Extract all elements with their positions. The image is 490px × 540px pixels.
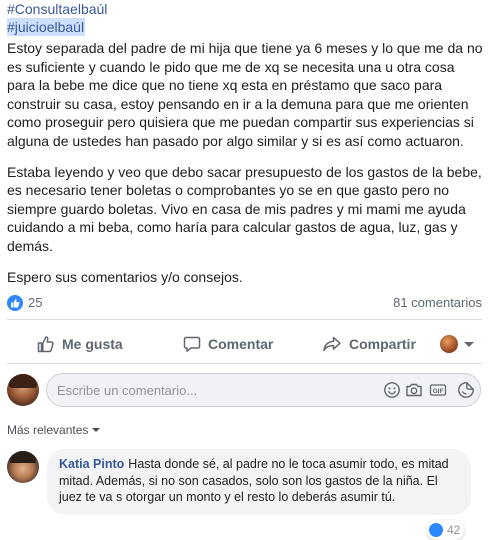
- chevron-down-icon: [464, 341, 474, 347]
- like-reaction-icon: [429, 523, 443, 537]
- share-label: Compartir: [349, 336, 416, 352]
- comment-sort-label: Más relevantes: [7, 423, 89, 437]
- comment-bubble: Katia Pinto Hasta donde sé, al padre no l…: [47, 449, 471, 515]
- comment-icon: [183, 336, 201, 352]
- divider: [7, 319, 482, 320]
- like-button[interactable]: Me gusta: [37, 325, 123, 363]
- hashtag-consultaelbaul[interactable]: #Consultaelbaúl: [7, 0, 485, 18]
- divider: [7, 363, 482, 364]
- reaction-count[interactable]: 25: [28, 295, 42, 310]
- comment-composer: GIF: [7, 370, 485, 410]
- gif-icon[interactable]: GIF: [429, 381, 447, 399]
- comment-input-wrapper[interactable]: GIF: [46, 373, 481, 407]
- comment-author[interactable]: Katia Pinto: [59, 457, 124, 471]
- like-reaction-icon[interactable]: [7, 295, 23, 311]
- post: #Consultaelbaúl #juicioelbaúl Estoy sepa…: [7, 0, 485, 286]
- comment-button[interactable]: Comentar: [183, 325, 273, 363]
- svg-text:GIF: GIF: [433, 388, 444, 395]
- sticker-icon[interactable]: [457, 381, 475, 399]
- post-paragraph: Estoy separada del padre de mi hija que …: [7, 40, 483, 149]
- like-icon: [37, 336, 54, 353]
- reaction-as-selector[interactable]: [440, 334, 474, 354]
- camera-icon[interactable]: [405, 381, 423, 399]
- comment-count[interactable]: 81 comentarios: [393, 295, 482, 310]
- avatar: [440, 335, 458, 353]
- comment-label: Comentar: [208, 336, 274, 352]
- chevron-down-icon: [92, 428, 101, 432]
- post-stats: 25 81 comentarios: [7, 292, 482, 314]
- avatar[interactable]: [7, 374, 39, 406]
- hashtag-juicioelbaul[interactable]: #juicioelbaúl: [7, 18, 86, 36]
- like-label: Me gusta: [62, 336, 123, 352]
- share-icon: [323, 336, 341, 352]
- post-paragraph: Espero sus comentarios y/o consejos.: [7, 268, 243, 285]
- action-bar: Me gusta Comentar Compartir: [7, 325, 482, 363]
- avatar[interactable]: [7, 451, 39, 483]
- emoji-icon[interactable]: [383, 381, 401, 399]
- comment-reactions[interactable]: 42: [427, 520, 465, 540]
- post-paragraph: Estaba leyendo y veo que debo sacar pres…: [7, 163, 482, 254]
- comment-input[interactable]: [57, 374, 277, 406]
- comment-sort-dropdown[interactable]: Más relevantes: [7, 423, 101, 437]
- share-button[interactable]: Compartir: [322, 325, 416, 363]
- comment-reaction-count: 42: [447, 523, 461, 537]
